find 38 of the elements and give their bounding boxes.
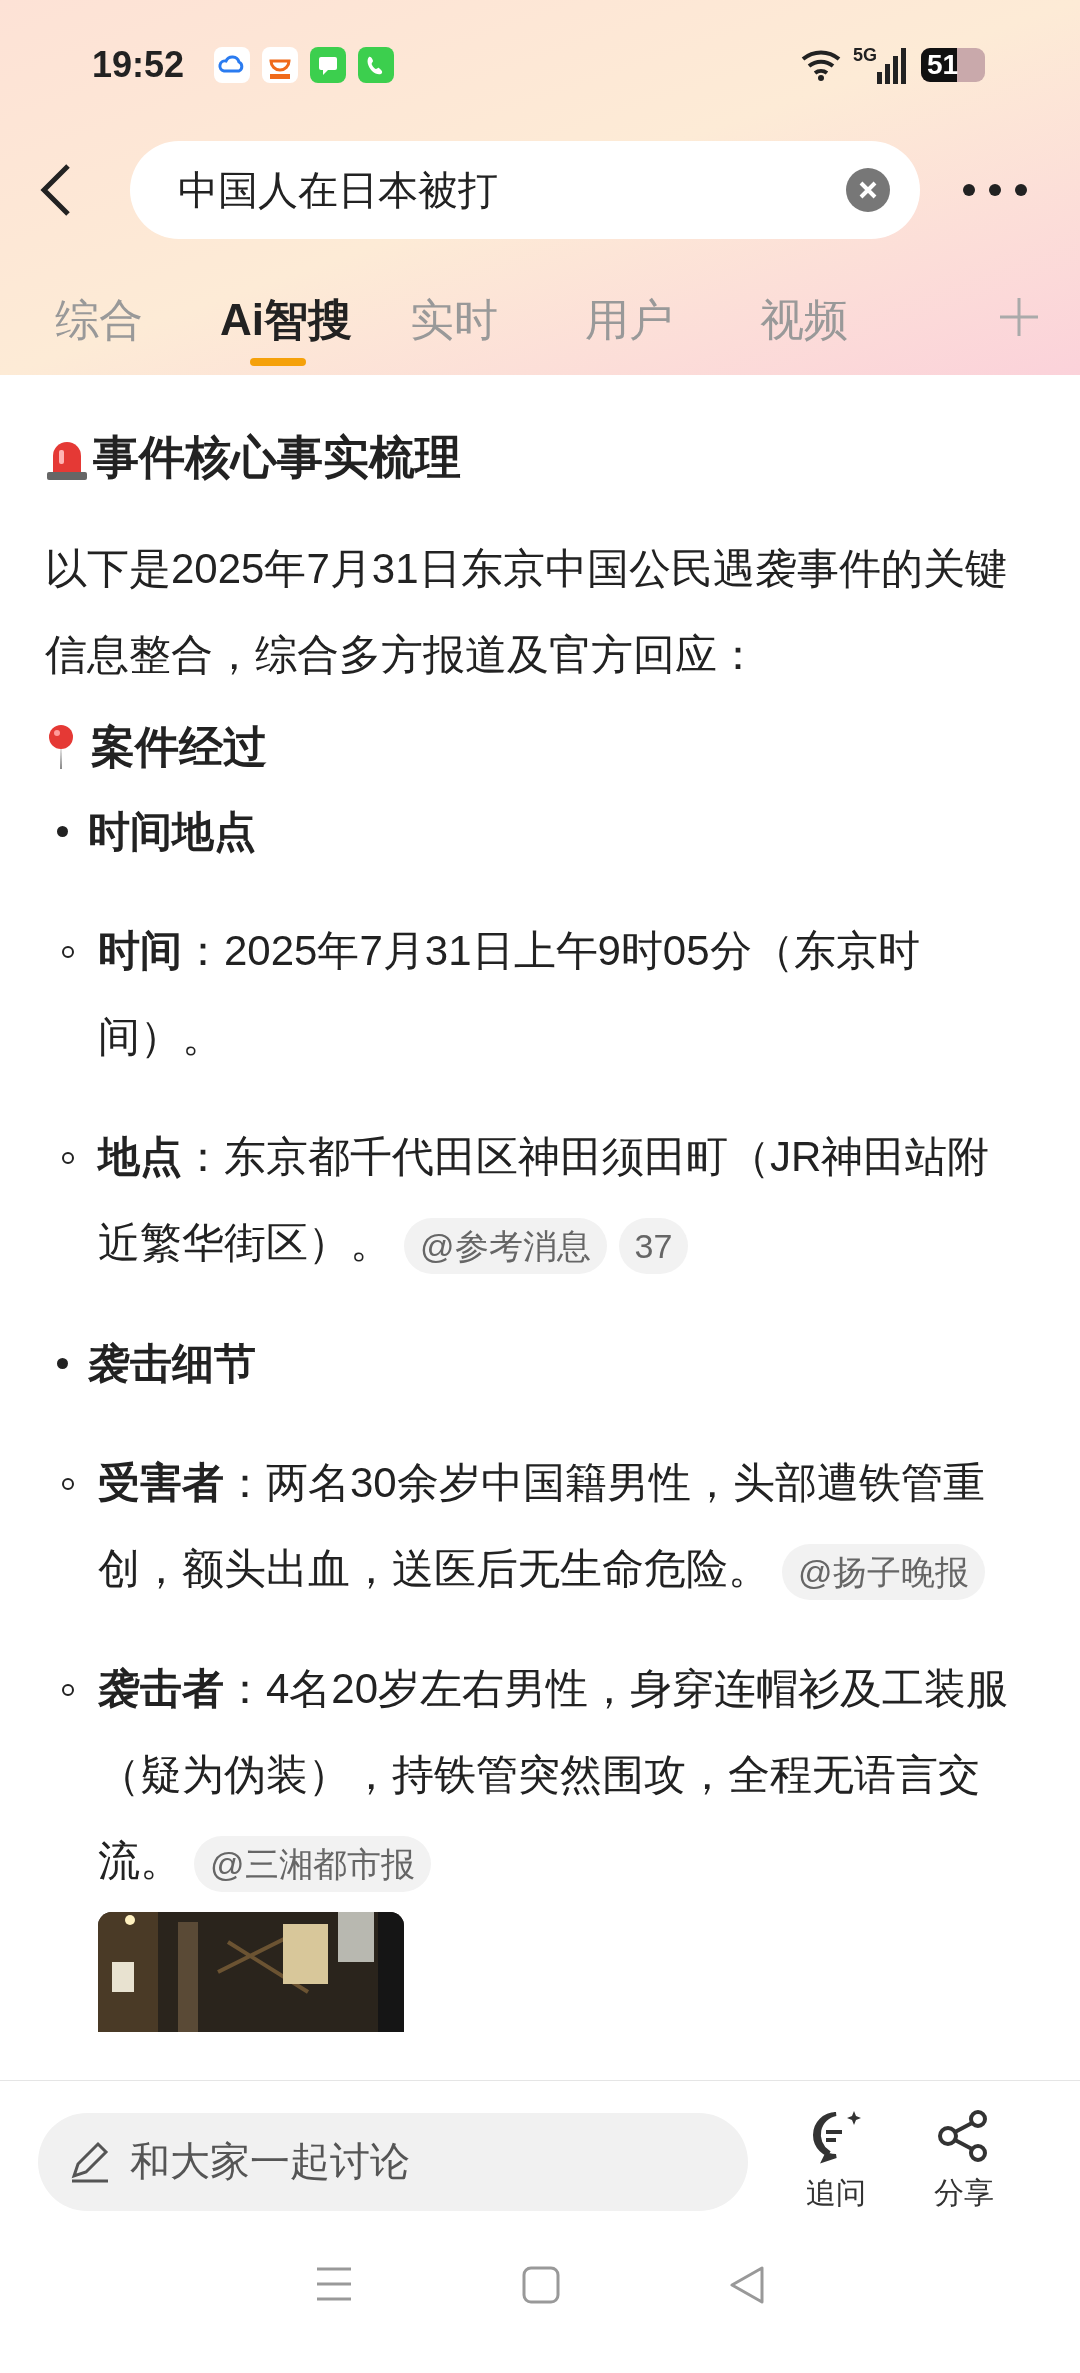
hollow-bullet-icon	[62, 1684, 74, 1696]
message-app-icon	[310, 47, 347, 83]
comment-field[interactable]: 和大家一起讨论	[38, 2112, 748, 2211]
add-tab-icon[interactable]	[998, 296, 1040, 338]
source-chip[interactable]: @三湘都市报	[194, 1835, 431, 1892]
network-label: 5G	[853, 46, 877, 64]
home-icon[interactable]	[522, 2266, 560, 2304]
subsection-title: 案件经过	[91, 721, 267, 773]
list-item-title: 袭击细节	[88, 1338, 256, 1389]
signal-icon	[877, 46, 907, 84]
share-button[interactable]: 分享	[918, 2108, 1010, 2215]
bullet-icon	[57, 825, 68, 837]
list-item-text: 时间：2025年7月31日上午9时05分（东京时间）。	[98, 926, 921, 1062]
back-nav-icon[interactable]	[729, 2266, 766, 2304]
list-item-text: 袭击者：4名20岁左右男性，身穿连帽衫及工装服（疑为伪装），持铁管突然围攻，全程无语言交流。 @三湘都市报	[98, 1646, 1035, 2032]
cloud-app-icon	[214, 47, 251, 83]
hollow-bullet-icon	[62, 1152, 74, 1164]
bullet-icon	[57, 1357, 68, 1369]
source-chip[interactable]: @参考消息	[404, 1217, 607, 1274]
clear-icon[interactable]	[846, 168, 890, 212]
source-chip[interactable]: @扬子晚报	[782, 1543, 985, 1600]
search-tab[interactable]: Ai智搜	[220, 280, 410, 360]
back-icon[interactable]	[40, 162, 72, 218]
search-field[interactable]: 中国人在日本被打	[130, 141, 920, 239]
source-chip[interactable]: 37	[618, 1217, 689, 1274]
ask-button[interactable]: 追问	[790, 2108, 882, 2215]
intro-paragraph: 以下是2025年7月31日东京中国公民遇袭事件的关键信息整合，综合多方报道及官方回应：	[45, 544, 1008, 680]
section-heading: 事件核心事实梳理	[93, 430, 461, 485]
bowl-app-icon	[262, 47, 299, 83]
menu-icon[interactable]	[314, 2266, 353, 2302]
list-item-title: 时间地点	[88, 806, 256, 857]
phone-app-icon	[358, 47, 395, 83]
status-time: 19:52	[92, 43, 185, 87]
hollow-bullet-icon	[62, 946, 74, 958]
hollow-bullet-icon	[62, 1478, 74, 1490]
more-icon[interactable]	[962, 183, 1028, 197]
list-item-text: 地点：东京都千代田区神田须田町（JR神田站附近繁华街区）。 @参考消息 37	[98, 1114, 1035, 1286]
list-item-text: 受害者：两名30余岁中国籍男性，头部遭铁管重创，额头出血，送医后无生命危险。 @扬子晚报	[98, 1440, 1035, 1612]
